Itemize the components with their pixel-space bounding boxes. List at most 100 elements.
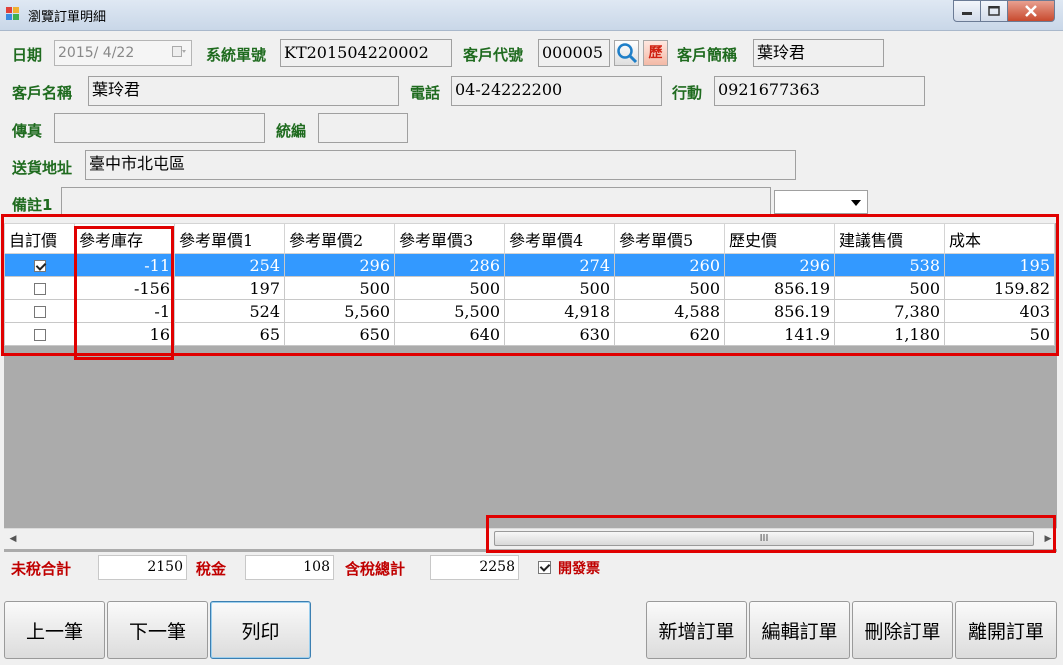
custom-price-checkbox[interactable] (33, 329, 46, 341)
col-header[interactable]: 參考單價5 (614, 223, 725, 254)
custcode-label: 客戶代號 (463, 46, 524, 64)
table-cell[interactable]: 296 (724, 253, 835, 277)
table-row[interactable]: 16 65 650 640 630 620 141.9 1,180 50 (4, 322, 1055, 346)
col-header[interactable]: 參考單價3 (394, 223, 505, 254)
table-row[interactable]: -1 524 5,560 5,500 4,918 4,588 856.19 7,… (4, 299, 1055, 323)
table-cell[interactable]: 4,918 (504, 299, 615, 323)
table-cell[interactable]: 403 (944, 299, 1055, 323)
custom-price-cell[interactable] (4, 299, 75, 323)
pretax-field[interactable]: 2150 (98, 555, 187, 580)
table-row[interactable]: -11 254 296 286 274 260 296 538 195 (4, 253, 1055, 277)
col-header[interactable]: 自訂價 (4, 223, 75, 254)
table-cell[interactable]: 286 (394, 253, 505, 277)
tax-label: 稅金 (196, 560, 227, 578)
app-icon (6, 7, 20, 21)
table-cell[interactable]: 500 (834, 276, 945, 300)
minimize-button[interactable] (953, 0, 981, 22)
table-cell[interactable]: 500 (394, 276, 505, 300)
col-header[interactable]: 參考單價2 (284, 223, 395, 254)
edit-order-button[interactable]: 編輯訂單 (749, 601, 850, 659)
table-cell[interactable]: 260 (614, 253, 725, 277)
history-button[interactable]: 歷 (643, 40, 668, 66)
prev-record-button[interactable]: 上一筆 (4, 601, 105, 659)
table-cell[interactable]: 640 (394, 322, 505, 346)
phone-field[interactable]: 04-24222200 (451, 76, 662, 106)
table-row[interactable]: -156 197 500 500 500 500 856.19 500 159.… (4, 276, 1055, 300)
calendar-icon[interactable] (172, 45, 186, 59)
table-cell[interactable]: 538 (834, 253, 945, 277)
table-cell[interactable]: -1 (74, 299, 175, 323)
print-button[interactable]: 列印 (210, 601, 311, 659)
invoice-label[interactable]: 開發票 (558, 558, 600, 578)
table-cell[interactable]: 16 (74, 322, 175, 346)
scrollbar-thumb[interactable]: III (494, 531, 1034, 546)
custcode-field[interactable]: 000005 (538, 39, 610, 67)
table-cell[interactable]: 5,500 (394, 299, 505, 323)
close-icon (1025, 5, 1037, 17)
table-cell[interactable]: -11 (74, 253, 175, 277)
note-field[interactable] (61, 187, 771, 215)
date-label: 日期 (12, 46, 43, 64)
next-record-button[interactable]: 下一筆 (107, 601, 208, 659)
table-cell[interactable]: -156 (74, 276, 175, 300)
custom-price-cell[interactable] (4, 322, 75, 346)
tax-field[interactable]: 108 (245, 555, 334, 580)
close-button[interactable] (1007, 0, 1055, 22)
table-cell[interactable]: 195 (944, 253, 1055, 277)
table-cell[interactable]: 159.82 (944, 276, 1055, 300)
table-cell[interactable]: 5,560 (284, 299, 395, 323)
col-header[interactable]: 參考單價1 (174, 223, 285, 254)
col-header[interactable]: 建議售價 (834, 223, 945, 254)
scroll-right-icon[interactable]: ▶ (1039, 529, 1057, 549)
table-cell[interactable]: 500 (504, 276, 615, 300)
order-detail-grid[interactable]: 自訂價 參考庫存 參考單價1 參考單價2 參考單價3 參考單價4 參考單價5 歷… (4, 223, 1057, 552)
custom-price-cell[interactable] (4, 276, 75, 300)
custom-price-checkbox[interactable] (33, 283, 46, 295)
horizontal-scrollbar[interactable]: ◀ III ▶ (4, 528, 1057, 549)
table-cell[interactable]: 620 (614, 322, 725, 346)
table-cell[interactable]: 524 (174, 299, 285, 323)
mobile-field[interactable]: 0921677363 (714, 76, 925, 106)
table-cell[interactable]: 856.19 (724, 299, 835, 323)
table-cell[interactable]: 141.9 (724, 322, 835, 346)
custom-price-checkbox[interactable] (33, 260, 46, 272)
col-header[interactable]: 參考單價4 (504, 223, 615, 254)
total-field[interactable]: 2258 (430, 555, 519, 580)
col-header[interactable]: 歷史價 (724, 223, 835, 254)
delete-order-button[interactable]: 刪除訂單 (852, 601, 953, 659)
col-header[interactable]: 參考庫存 (74, 223, 175, 254)
table-cell[interactable]: 254 (174, 253, 285, 277)
taxid-field[interactable] (318, 113, 408, 143)
shortname-field[interactable]: 葉玲君 (753, 39, 884, 67)
note-label: 備註1 (12, 196, 53, 214)
add-order-button[interactable]: 新增訂單 (646, 601, 747, 659)
custom-price-cell[interactable] (4, 253, 75, 277)
table-cell[interactable]: 650 (284, 322, 395, 346)
table-cell[interactable]: 7,380 (834, 299, 945, 323)
fax-field[interactable] (54, 113, 265, 143)
sysno-field[interactable]: KT201504220002 (280, 39, 452, 67)
note-dropdown[interactable] (774, 190, 868, 214)
maximize-button[interactable] (980, 0, 1008, 22)
table-cell[interactable]: 65 (174, 322, 285, 346)
table-cell[interactable]: 630 (504, 322, 615, 346)
table-cell[interactable]: 856.19 (724, 276, 835, 300)
table-cell[interactable]: 1,180 (834, 322, 945, 346)
table-cell[interactable]: 50 (944, 322, 1055, 346)
table-cell[interactable]: 274 (504, 253, 615, 277)
exit-order-button[interactable]: 離開訂單 (955, 601, 1057, 659)
table-cell[interactable]: 500 (284, 276, 395, 300)
custname-field[interactable]: 葉玲君 (88, 76, 399, 106)
table-cell[interactable]: 500 (614, 276, 725, 300)
table-cell[interactable]: 197 (174, 276, 285, 300)
table-cell[interactable]: 296 (284, 253, 395, 277)
search-button[interactable] (614, 40, 639, 66)
date-picker[interactable]: 2015/ 4/22 (54, 40, 192, 66)
table-cell[interactable]: 4,588 (614, 299, 725, 323)
col-header[interactable]: 成本 (944, 223, 1055, 254)
custname-label: 客戶名稱 (12, 84, 73, 102)
custom-price-checkbox[interactable] (33, 306, 46, 318)
invoice-checkbox[interactable] (538, 561, 551, 574)
address-field[interactable]: 臺中市北屯區 (85, 150, 796, 180)
scroll-left-icon[interactable]: ◀ (4, 529, 22, 549)
